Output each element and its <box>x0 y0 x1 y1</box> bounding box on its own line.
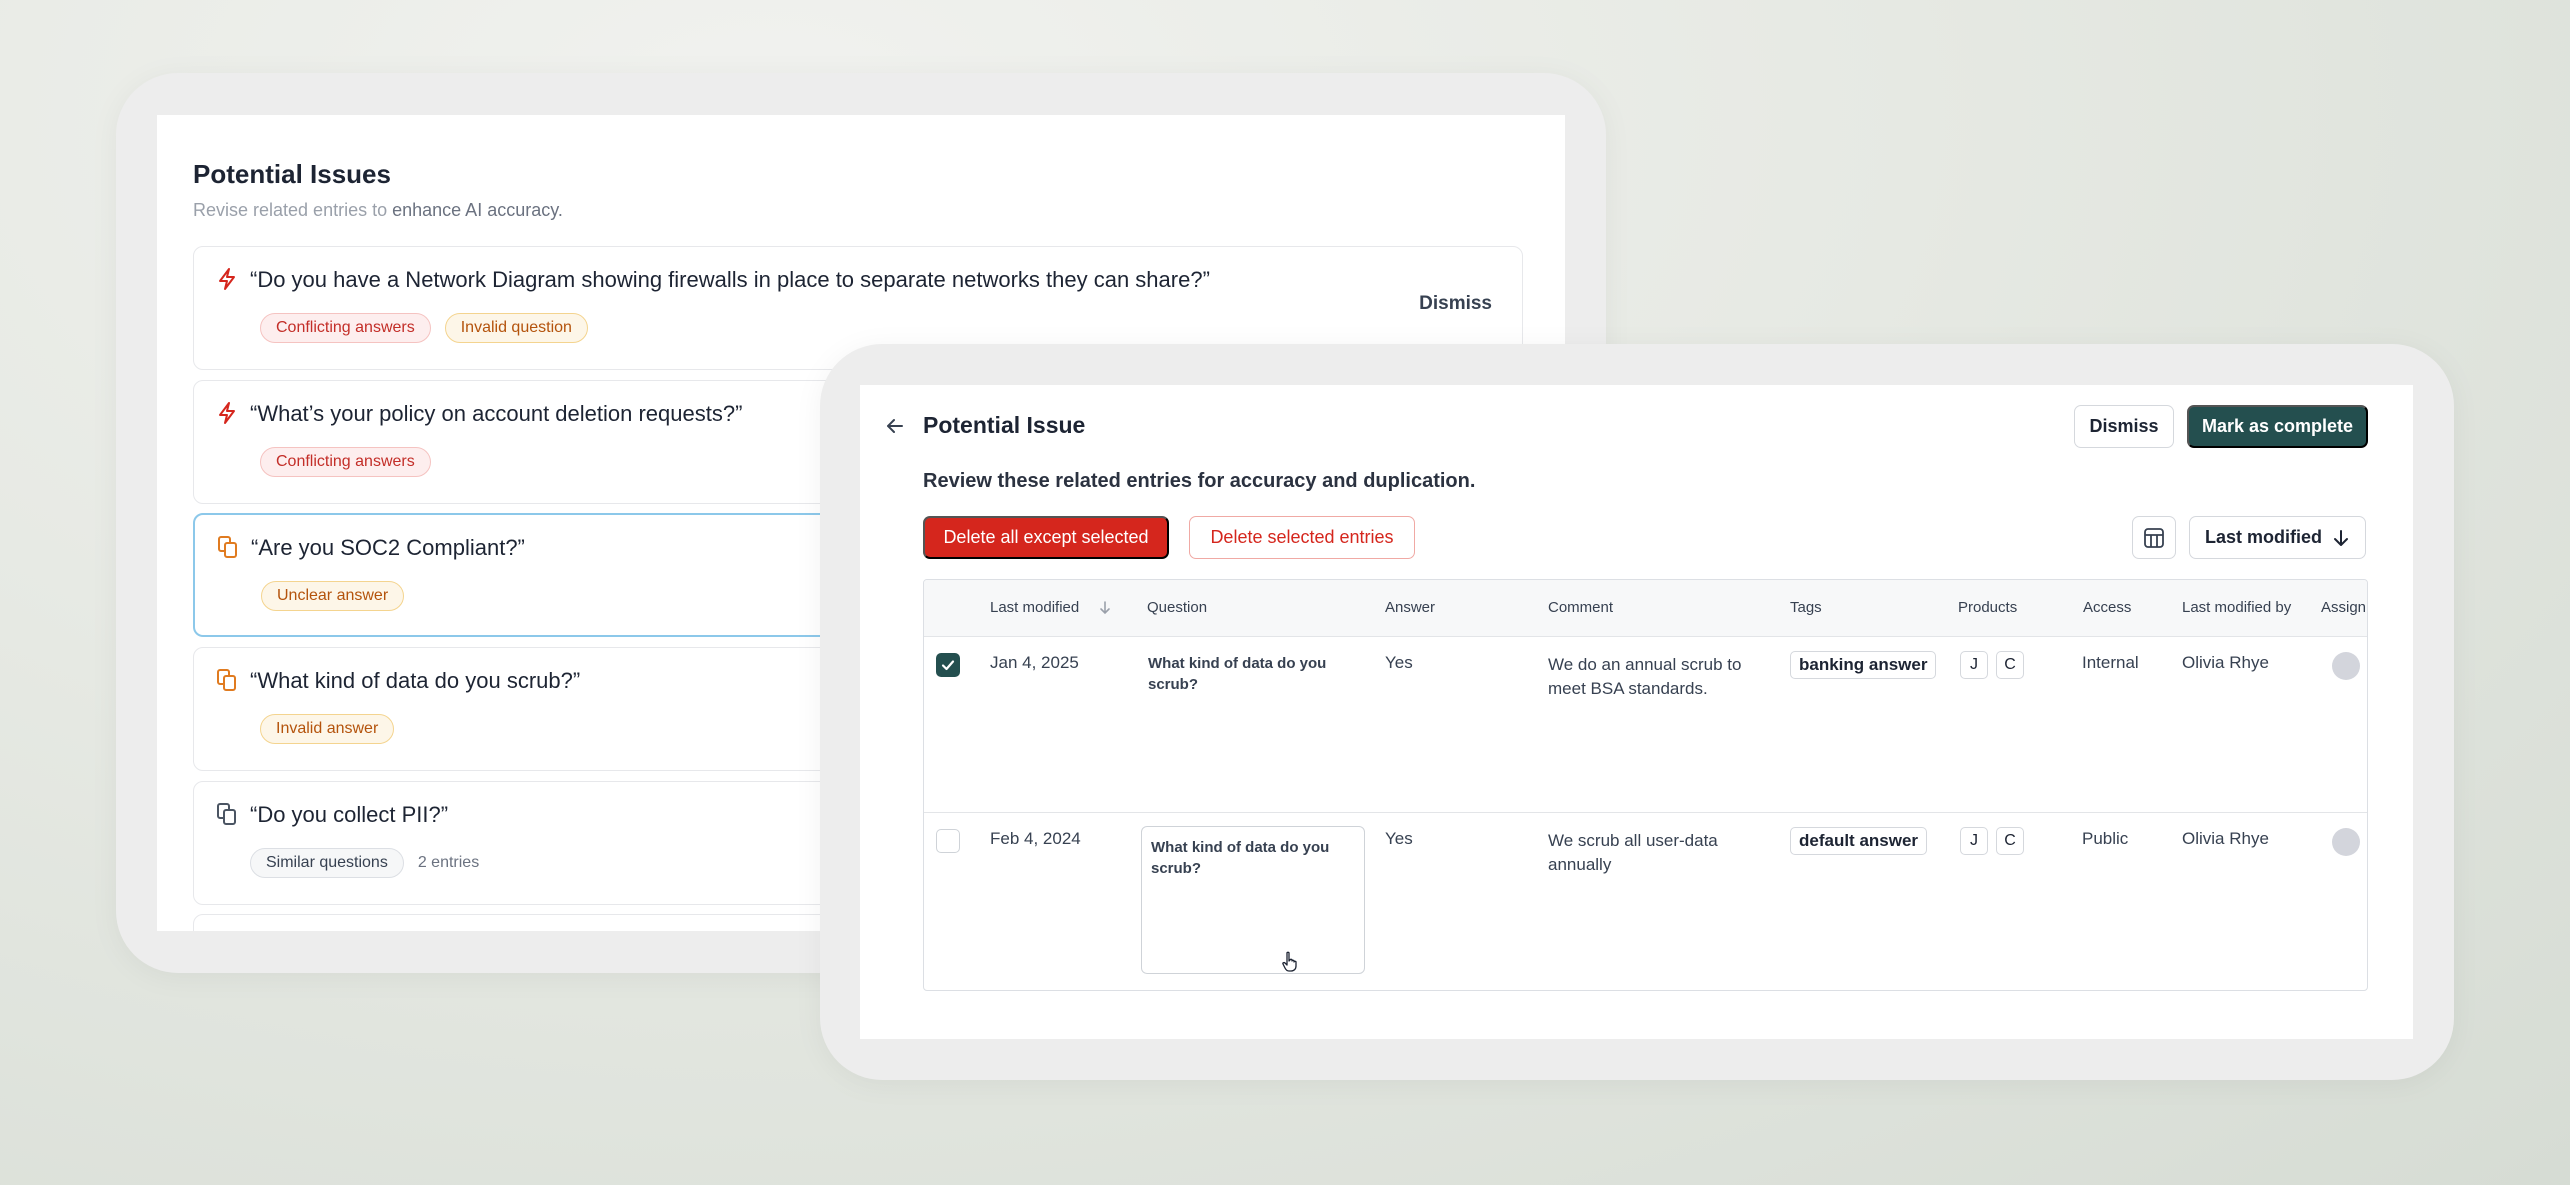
issue-tags: Unclear answer <box>261 581 405 611</box>
avatar[interactable] <box>2332 828 2360 856</box>
copy-icon <box>217 669 236 691</box>
issue-tags: Conflicting answers <box>260 447 431 477</box>
issue-tags: Similar questions 2 entries <box>250 848 479 878</box>
product-chip[interactable]: J <box>1960 651 1988 679</box>
cell-last-modified: Feb 4, 2024 <box>990 829 1081 848</box>
detail-subtitle: Review these related entries for accurac… <box>923 470 1476 492</box>
sort-label: Last modified <box>2204 527 2322 547</box>
issue-tags: Invalid answer <box>260 714 395 744</box>
tag-chip[interactable]: default answer <box>1790 827 1928 855</box>
header-products[interactable]: Products <box>1958 599 2017 616</box>
detail-title: Potential Issue <box>923 412 1086 438</box>
product-chip[interactable]: J <box>1960 827 1988 855</box>
product-chip[interactable]: C <box>1996 827 2024 855</box>
header-last-modified-by[interactable]: Last modified by <box>2182 599 2291 616</box>
mark-complete-button[interactable]: Mark as complete <box>2187 405 2368 448</box>
lightning-icon <box>219 402 235 424</box>
header-access[interactable]: Access <box>2083 599 2131 616</box>
row-checkbox[interactable] <box>936 829 960 853</box>
cell-modified-by: Olivia Rhye <box>2182 829 2269 848</box>
cell-answer[interactable]: Yes <box>1385 653 1413 673</box>
unclear-answer-tag: Unclear answer <box>261 581 405 611</box>
invalid-answer-tag: Invalid answer <box>260 714 395 744</box>
arrow-down-icon <box>2334 529 2348 546</box>
header-comment[interactable]: Comment <box>1548 599 1613 616</box>
sort-dropdown[interactable]: Last modified <box>2189 516 2366 559</box>
cell-modified-by: Olivia Rhye <box>2182 653 2269 672</box>
issue-question: “Are you SOC2 Compliant?” <box>251 535 525 560</box>
page-subtitle: Revise related entries to enhance AI acc… <box>193 200 563 221</box>
table-row[interactable]: Feb 4, 2024 What kind of data do you scr… <box>924 813 2367 989</box>
page-title: Potential Issues <box>193 159 391 189</box>
question-edit-field[interactable]: What kind of data do you scrub? <box>1141 826 1365 974</box>
question-edit-text[interactable]: What kind of data do you scrub? <box>1151 837 1351 879</box>
subtitle-prefix: Revise related entries to <box>193 200 393 220</box>
issue-question: “What kind of data do you scrub?” <box>250 668 581 693</box>
table-row[interactable]: Jan 4, 2025 What kind of data do you scr… <box>924 637 2367 813</box>
header-assign[interactable]: Assign <box>2321 599 2366 616</box>
cell-question[interactable]: What kind of data do you scrub? <box>1148 653 1348 695</box>
cell-comment[interactable]: We scrub all user-data annually <box>1548 829 1768 877</box>
invalid-question-tag: Invalid question <box>444 313 588 343</box>
entries-count: 2 entries <box>417 854 480 871</box>
cell-answer[interactable]: Yes <box>1385 829 1413 849</box>
row-checkbox-checked[interactable] <box>936 653 960 677</box>
dismiss-button[interactable]: Dismiss <box>1419 293 1492 315</box>
avatar[interactable] <box>2332 652 2360 680</box>
table-view-button[interactable] <box>2132 516 2176 559</box>
table-header: Last modified Question Answer Comment Ta… <box>924 580 2367 637</box>
issue-tags: Conflicting answers Invalid question <box>260 313 588 343</box>
copy-icon <box>218 536 237 558</box>
cell-comment[interactable]: We do an annual scrub to meet BSA standa… <box>1548 653 1768 701</box>
header-last-modified[interactable]: Last modified <box>990 599 1079 616</box>
hand-cursor-icon <box>1282 951 1297 972</box>
table-icon <box>2144 527 2164 548</box>
sort-desc-icon[interactable] <box>1099 601 1111 615</box>
header-question[interactable]: Question <box>1147 599 1207 616</box>
issue-question: “Do you have a Network Diagram showing f… <box>250 267 1210 292</box>
header-tags[interactable]: Tags <box>1790 599 1822 616</box>
cell-access[interactable]: Public <box>2082 829 2128 849</box>
lightning-icon <box>219 268 235 290</box>
similar-questions-tag: Similar questions <box>250 848 404 878</box>
entries-table: Last modified Question Answer Comment Ta… <box>923 579 2368 991</box>
product-chip[interactable]: C <box>1996 651 2024 679</box>
issue-question: “Do you collect PII?” <box>250 802 449 827</box>
cell-last-modified: Jan 4, 2025 <box>990 653 1079 672</box>
dismiss-button[interactable]: Dismiss <box>2074 405 2174 448</box>
copy-icon <box>217 803 236 825</box>
issue-question: “What’s your policy on account deletion … <box>250 401 743 426</box>
header-answer[interactable]: Answer <box>1385 599 1435 616</box>
subtitle-emphasis: enhance AI accuracy. <box>392 200 563 220</box>
potential-issue-detail-panel: Potential Issue Dismiss Mark as complete… <box>860 385 2413 1039</box>
tag-chip[interactable]: banking answer <box>1790 651 1937 679</box>
delete-selected-entries-button[interactable]: Delete selected entries <box>1189 516 1415 559</box>
cell-access[interactable]: Internal <box>2082 653 2139 673</box>
delete-all-except-selected-button[interactable]: Delete all except selected <box>923 516 1169 559</box>
conflicting-answers-tag: Conflicting answers <box>260 447 431 477</box>
back-arrow-icon[interactable] <box>882 413 908 439</box>
check-icon <box>941 660 955 671</box>
conflicting-answers-tag: Conflicting answers <box>260 313 431 343</box>
